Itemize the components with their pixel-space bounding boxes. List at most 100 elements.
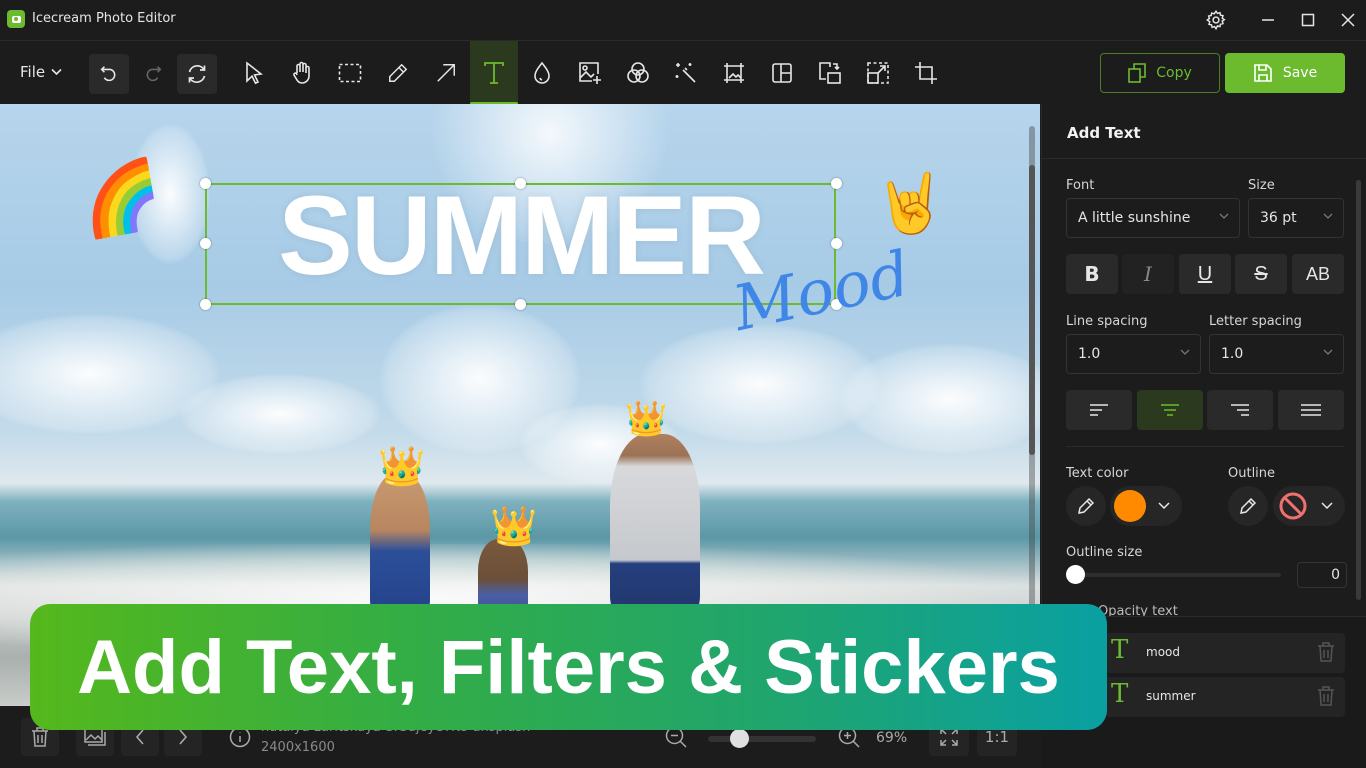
layer-item-summer[interactable]: T summer: [1105, 677, 1345, 717]
save-icon: [1254, 64, 1272, 82]
italic-button[interactable]: I: [1122, 254, 1174, 294]
letter-spacing-label: Letter spacing: [1209, 314, 1302, 329]
tool-blur[interactable]: [518, 41, 566, 105]
tool-text[interactable]: [470, 41, 518, 105]
outline-eyedropper[interactable]: [1228, 486, 1268, 526]
file-menu[interactable]: File: [20, 63, 62, 81]
resize-handle[interactable]: [831, 238, 842, 249]
align-center-icon: [1161, 404, 1179, 416]
tool-resize[interactable]: [854, 41, 902, 105]
minimize-button[interactable]: [1253, 6, 1283, 34]
resize-handle[interactable]: [515, 299, 526, 310]
align-right-button[interactable]: [1207, 390, 1273, 430]
outline-size-slider-thumb[interactable]: [1066, 565, 1085, 584]
text-layer-icon: T: [1111, 679, 1129, 709]
tool-arrow[interactable]: [422, 41, 470, 105]
arrow-icon: [437, 64, 455, 82]
trash-icon[interactable]: [1317, 642, 1335, 662]
tool-frame[interactable]: [710, 41, 758, 105]
refresh-icon: [188, 65, 206, 83]
outline-size-slider-track[interactable]: [1075, 573, 1281, 577]
text-layer-icon: T: [1111, 635, 1129, 665]
tool-filters[interactable]: [614, 41, 662, 105]
outline-label: Outline: [1228, 466, 1276, 481]
tool-rotate[interactable]: [806, 41, 854, 105]
align-center-button[interactable]: [1137, 390, 1203, 430]
panel-scrollbar[interactable]: [1356, 180, 1361, 600]
outline-size-input[interactable]: [1297, 562, 1347, 588]
line-spacing-value: 1.0: [1078, 346, 1101, 362]
size-select[interactable]: 36 pt: [1248, 198, 1344, 238]
tool-select[interactable]: [230, 41, 278, 105]
font-select[interactable]: A little sunshine: [1066, 198, 1240, 238]
resize-handle[interactable]: [200, 238, 211, 249]
tool-collage[interactable]: [758, 41, 806, 105]
rotate-icon: [819, 62, 841, 84]
zoom-slider-thumb[interactable]: [730, 729, 750, 748]
toolbar: File Copy Save: [0, 40, 1366, 105]
reset-button[interactable]: [177, 54, 217, 94]
frame-icon: [724, 63, 744, 83]
tool-add-image[interactable]: [566, 41, 614, 105]
copy-button[interactable]: Copy: [1100, 53, 1220, 93]
outline-size-label: Outline size: [1066, 545, 1143, 560]
chevron-down-icon: [1158, 502, 1170, 510]
divider: [1042, 158, 1366, 159]
cloud: [840, 344, 1040, 454]
camera-icon: [7, 10, 25, 28]
hand-icon: [293, 61, 310, 84]
crown-sticker[interactable]: 👑: [378, 447, 425, 485]
strikethrough-button[interactable]: S: [1235, 254, 1287, 294]
resize-handle[interactable]: [515, 178, 526, 189]
save-button[interactable]: Save: [1225, 53, 1345, 93]
crown-sticker[interactable]: 👑: [625, 402, 667, 436]
underline-button[interactable]: U: [1179, 254, 1231, 294]
close-button[interactable]: [1333, 6, 1363, 34]
settings-button[interactable]: [1201, 6, 1231, 34]
no-color-icon: [1279, 492, 1307, 520]
undo-button[interactable]: [89, 54, 129, 94]
align-justify-icon: [1301, 404, 1321, 416]
zoom-slider-track[interactable]: [708, 736, 816, 742]
close-icon: [1341, 13, 1355, 27]
crown-sticker[interactable]: 👑: [490, 507, 537, 545]
align-left-button[interactable]: [1066, 390, 1132, 430]
redo-button[interactable]: [133, 54, 173, 94]
line-spacing-label: Line spacing: [1066, 314, 1148, 329]
save-label: Save: [1282, 65, 1318, 81]
resize-handle[interactable]: [200, 178, 211, 189]
chevron-down-icon: [1180, 349, 1190, 355]
tool-enhance[interactable]: [662, 41, 710, 105]
text-color-eyedropper[interactable]: [1066, 486, 1106, 526]
layer-item-mood[interactable]: T mood: [1105, 633, 1345, 673]
tool-selection[interactable]: [326, 41, 374, 105]
uppercase-button[interactable]: AB: [1292, 254, 1344, 294]
align-left-icon: [1090, 404, 1108, 416]
maximize-button[interactable]: [1293, 6, 1323, 34]
image-dimensions: 2400x1600: [261, 740, 335, 755]
resize-handle[interactable]: [200, 299, 211, 310]
bold-button[interactable]: B: [1066, 254, 1118, 294]
resize-handle[interactable]: [831, 178, 842, 189]
rock-hand-sticker[interactable]: 🤘: [874, 174, 946, 232]
letter-spacing-select[interactable]: 1.0: [1209, 334, 1344, 374]
tool-crop[interactable]: [902, 41, 950, 105]
text-color-swatch: [1114, 490, 1146, 522]
outline-color-picker[interactable]: [1273, 486, 1345, 526]
app-title: Icecream Photo Editor: [32, 11, 176, 26]
tool-hand[interactable]: [278, 41, 326, 105]
magic-wand-icon: [675, 63, 696, 83]
align-justify-button[interactable]: [1278, 390, 1344, 430]
images-icon: [84, 727, 106, 746]
resize-icon: [867, 62, 889, 84]
eyedropper-icon: [1078, 497, 1095, 514]
text-color-picker[interactable]: [1110, 486, 1182, 526]
size-value: 36 pt: [1260, 210, 1297, 226]
canvas-scrollbar-thumb[interactable]: [1029, 165, 1035, 455]
trash-icon[interactable]: [1317, 686, 1335, 706]
cloud: [180, 374, 380, 454]
tool-draw[interactable]: [374, 41, 422, 105]
line-spacing-select[interactable]: 1.0: [1066, 334, 1201, 374]
redo-icon: [146, 66, 162, 82]
rainbow-sticker[interactable]: 🌈: [74, 153, 168, 243]
